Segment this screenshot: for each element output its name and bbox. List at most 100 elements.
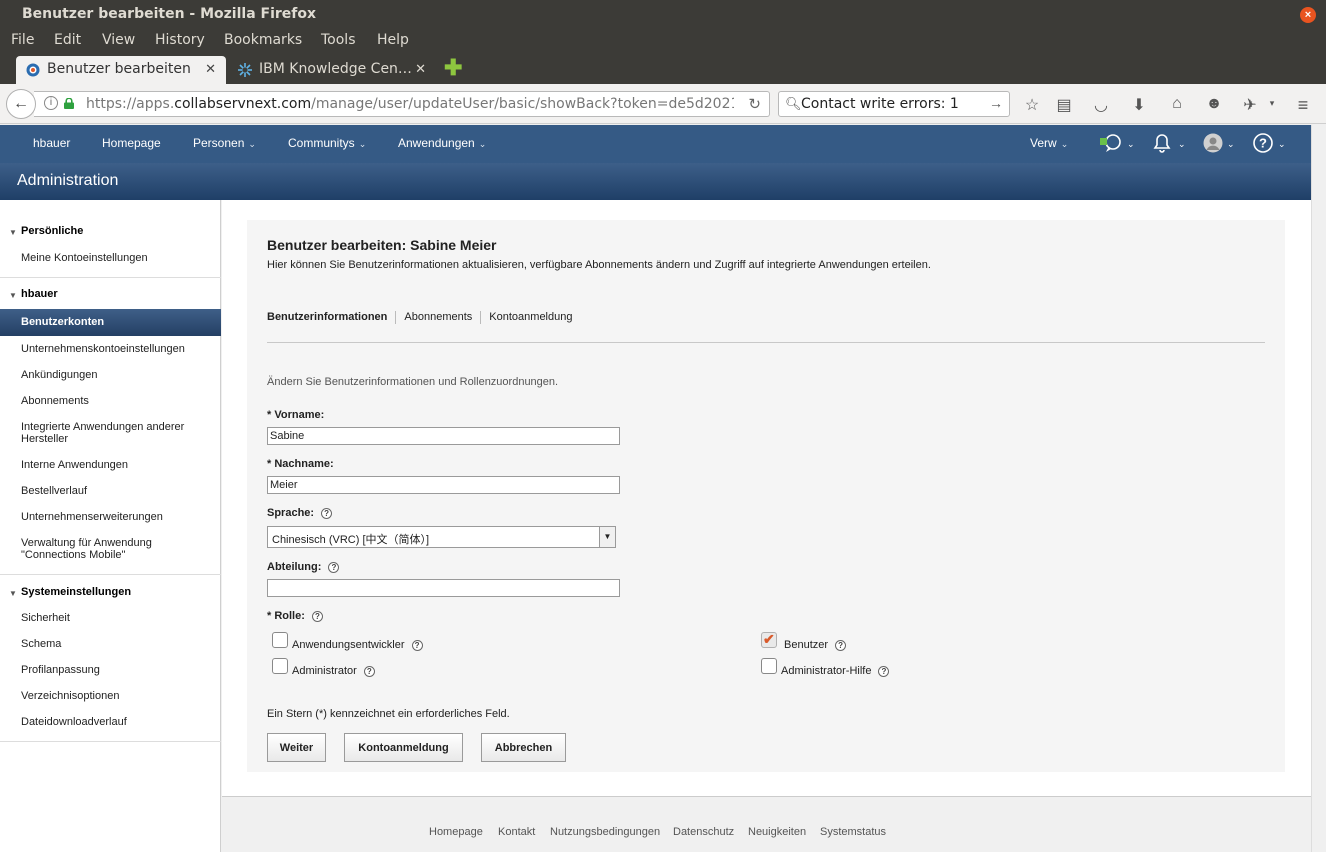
extension-icon[interactable]: ✈ <box>1240 95 1260 115</box>
checkbox-administrator-hilfe[interactable] <box>761 658 777 674</box>
help-icon[interactable]: ? <box>411 639 423 651</box>
help-icon[interactable]: ? <box>878 665 890 677</box>
hamburger-menu-icon[interactable]: ≡ <box>1293 95 1313 116</box>
search-bar[interactable]: 🔍︎ → <box>778 91 1010 117</box>
help-icon[interactable]: ? <box>311 610 323 622</box>
sidebar-item-verzeichnisoptionen[interactable]: Verzeichnisoptionen <box>21 690 217 702</box>
sidebar-item-unternehmenskontoeinstellungen[interactable]: Unternehmenskontoeinstellungen <box>21 343 217 355</box>
menu-history[interactable]: History <box>155 32 205 48</box>
menu-help[interactable]: Help <box>377 32 409 48</box>
help-icon[interactable]: ? <box>328 561 340 573</box>
sidebar-item-profilanpassung[interactable]: Profilanpassung <box>21 664 217 676</box>
footer-datenschutz[interactable]: Datenschutz <box>673 826 734 838</box>
weiter-button[interactable]: Weiter <box>267 733 326 762</box>
nav-personen[interactable]: Personen ⌄ <box>193 136 256 150</box>
help-icon[interactable]: ? <box>321 507 333 519</box>
sprache-selected-value: Chinesisch (VRC) [中文（简体）] <box>272 534 430 546</box>
reload-icon[interactable]: ↻ <box>748 95 761 113</box>
menu-file[interactable]: File <box>11 32 34 48</box>
chevron-down-icon[interactable]: ⌄ <box>1278 139 1286 150</box>
avatar[interactable] <box>1203 133 1223 158</box>
sidebar-divider <box>0 277 221 278</box>
search-go-icon[interactable]: → <box>989 95 1003 111</box>
abteilung-field[interactable] <box>267 579 620 597</box>
new-tab-icon[interactable]: ✚ <box>444 57 464 79</box>
collapse-triangle-icon[interactable]: ▼ <box>9 228 17 237</box>
reading-list-icon[interactable]: ▤ <box>1054 95 1074 115</box>
back-button[interactable]: ← <box>6 89 36 119</box>
menu-bookmarks[interactable]: Bookmarks <box>224 32 302 48</box>
search-input[interactable] <box>801 95 991 113</box>
chevron-down-icon[interactable]: ⌄ <box>1227 139 1235 150</box>
nav-anwendungen[interactable]: Anwendungen ⌄ <box>398 136 486 150</box>
window-close-icon[interactable]: × <box>1300 7 1316 23</box>
help-icon[interactable]: ? <box>835 639 847 651</box>
bookmark-star-icon[interactable]: ☆ <box>1022 95 1042 115</box>
tab-benutzerinformationen[interactable]: Benutzerinformationen <box>267 311 395 324</box>
home-icon[interactable]: ⌂ <box>1167 95 1187 113</box>
vorname-field[interactable] <box>267 427 620 445</box>
menu-view[interactable]: View <box>102 32 135 48</box>
sidebar-item-connections-mobile[interactable]: Verwaltung für Anwendung "Connections Mo… <box>21 537 191 561</box>
sidebar-item-dateidownloadverlauf[interactable]: Dateidownloadverlauf <box>21 716 217 728</box>
pocket-icon[interactable]: ◡ <box>1091 95 1111 115</box>
nav-verw[interactable]: Verw ⌄ <box>1030 136 1068 150</box>
sidebar-item-ankuendigungen[interactable]: Ankündigungen <box>21 369 217 381</box>
tab-ibm-knowledge-center[interactable]: IBM Knowledge Cen… ✕ <box>228 56 436 84</box>
footer-homepage[interactable]: Homepage <box>429 826 483 838</box>
page-scrollbar[interactable] <box>1311 125 1326 852</box>
sub-tabs: Benutzerinformationen Abonnements Kontoanm… <box>267 311 580 325</box>
footer-systemstatus[interactable]: Systemstatus <box>820 826 886 838</box>
extension-dropdown-icon[interactable]: ▾ <box>1262 98 1282 109</box>
nav-homepage[interactable]: Homepage <box>102 136 161 150</box>
menu-tools[interactable]: Tools <box>321 32 356 48</box>
tab-close-icon[interactable]: ✕ <box>415 61 426 77</box>
info-icon[interactable]: i <box>44 96 58 110</box>
tab-abonnements[interactable]: Abonnements <box>395 311 480 324</box>
sidebar-item-benutzerkonten[interactable]: Benutzerkonten <box>0 309 221 336</box>
collapse-triangle-icon[interactable]: ▼ <box>9 291 17 300</box>
sprache-select[interactable]: Chinesisch (VRC) [中文（简体）] ▼ <box>267 526 616 548</box>
sidebar-item-schema[interactable]: Schema <box>21 638 217 650</box>
sidebar-item-bestellverlauf[interactable]: Bestellverlauf <box>21 485 217 497</box>
checkbox-benutzer[interactable] <box>761 631 777 648</box>
nav-communitys[interactable]: Communitys ⌄ <box>288 136 366 150</box>
checkbox-administrator[interactable] <box>272 658 288 674</box>
dropdown-arrow-icon[interactable]: ▼ <box>599 527 615 547</box>
chevron-down-icon[interactable]: ⌄ <box>1178 139 1186 150</box>
checkbox-anwendungsentwickler[interactable] <box>272 632 288 648</box>
chevron-down-icon[interactable]: ⌄ <box>1127 139 1135 150</box>
sidebar-item-sicherheit[interactable]: Sicherheit <box>21 612 217 624</box>
downloads-icon[interactable]: ⬇ <box>1129 95 1149 115</box>
sidebar-section-hbauer[interactable]: hbauer <box>21 288 58 300</box>
nachname-field[interactable] <box>267 476 620 494</box>
help-icon[interactable]: ? <box>363 665 375 677</box>
url-text[interactable]: https://apps.collabservnext.com/manage/u… <box>86 96 734 112</box>
sidebar-item-integrierte-anwendungen[interactable]: Integrierte Anwendungen anderer Herstell… <box>21 421 217 445</box>
footer-nutzungsbedingungen[interactable]: Nutzungsbedingungen <box>550 826 660 838</box>
sidebar-item-abonnements[interactable]: Abonnements <box>21 395 217 407</box>
tab-benutzer-bearbeiten[interactable]: Benutzer bearbeiten ✕ <box>16 56 226 84</box>
tab-close-icon[interactable]: ✕ <box>205 61 216 77</box>
footer-kontakt[interactable]: Kontakt <box>498 826 535 838</box>
sidebar-item-unternehmenserweiterungen[interactable]: Unternehmenserweiterungen <box>21 511 217 523</box>
sidebar-section-systemeinstellungen[interactable]: Systemeinstellungen <box>21 586 131 598</box>
chat-icon[interactable]: ☻ <box>1204 95 1224 113</box>
sidebar-item-interne-anwendungen[interactable]: Interne Anwendungen <box>21 459 217 471</box>
collapse-triangle-icon[interactable]: ▼ <box>9 589 17 598</box>
tab-kontoanmeldung[interactable]: Kontoanmeldung <box>480 311 580 324</box>
kontoanmeldung-button[interactable]: Kontoanmeldung <box>344 733 463 762</box>
window-titlebar: Benutzer bearbeiten - Mozilla Firefox × <box>0 0 1326 28</box>
nav-user[interactable]: hbauer <box>33 136 70 150</box>
notification-bell-icon[interactable] <box>1152 133 1172 158</box>
window-title: Benutzer bearbeiten - Mozilla Firefox <box>22 6 317 22</box>
menu-edit[interactable]: Edit <box>54 32 81 48</box>
footer-neuigkeiten[interactable]: Neuigkeiten <box>748 826 806 838</box>
sametime-chat-icon[interactable] <box>1099 133 1123 158</box>
abbrechen-button[interactable]: Abbrechen <box>481 733 566 762</box>
sidebar-item-kontoeinstellungen[interactable]: Meine Kontoeinstellungen <box>21 252 217 264</box>
sidebar-section-persoenliche[interactable]: Persönliche <box>21 225 83 237</box>
required-note: Ein Stern (*) kennzeichnet ein erforderl… <box>267 708 510 720</box>
url-bar[interactable]: i https://apps.collabservnext.com/manage… <box>34 91 770 117</box>
help-menu-icon[interactable]: ? <box>1253 133 1273 158</box>
